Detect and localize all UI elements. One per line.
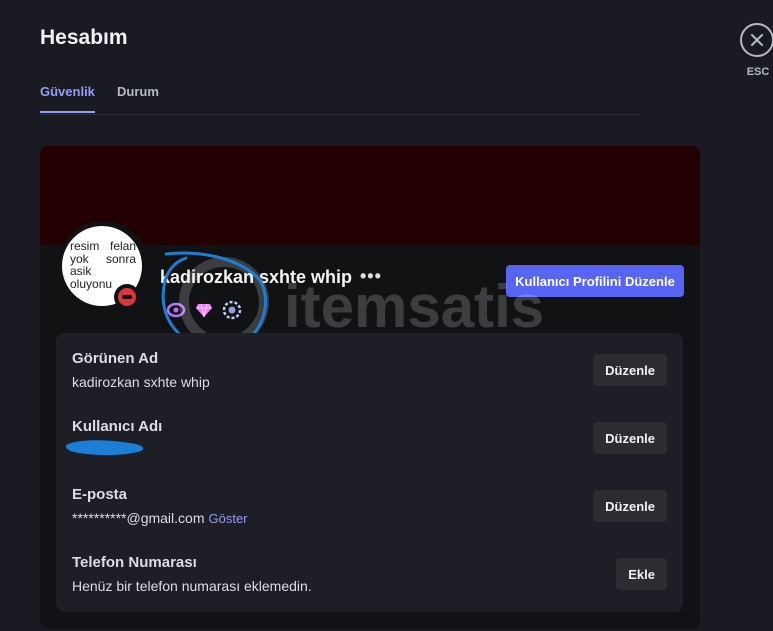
profile-display-name: kadirozkan sxhte whip (160, 267, 353, 287)
edit-email-button[interactable]: Düzenle (593, 490, 667, 522)
page-title: Hesabım (40, 26, 128, 49)
field-label: Görünen Ad (72, 350, 159, 367)
display-name-row: Görünen Ad kadirozkan sxhte whip Düzenle (72, 350, 667, 400)
avatar-text: resim felan yok sonra asik oluyonu (70, 239, 136, 291)
nitro-badge-icon[interactable] (166, 300, 186, 320)
field-value: kadirozkan sxhte whip (72, 374, 210, 390)
email-row: E-posta **********@gmail.com Göster Düzen… (72, 486, 667, 536)
dnd-status-icon (118, 288, 136, 306)
field-value: Henüz bir telefon numarası eklemedin. (72, 578, 312, 594)
edit-display-name-button[interactable]: Düzenle (593, 354, 667, 386)
username-row: Kullanıcı Adı Düzenle (66, 418, 667, 468)
email-masked-value: **********@gmail.com (72, 510, 205, 526)
close-area: ESC (740, 23, 773, 78)
more-options-button[interactable]: ••• (360, 266, 382, 287)
add-phone-button[interactable]: Ekle (616, 558, 667, 590)
tab-status[interactable]: Durum (117, 84, 159, 99)
tab-security[interactable]: Güvenlik (40, 84, 95, 113)
reveal-email-link[interactable]: Göster (209, 511, 248, 526)
field-label: E-posta (72, 486, 128, 503)
account-info-panel: Görünen Ad kadirozkan sxhte whip Düzenle… (56, 333, 683, 612)
redaction-scribble (66, 440, 144, 455)
quest-badge-icon[interactable] (222, 300, 242, 320)
field-label: Telefon Numarası (72, 554, 197, 571)
close-button[interactable] (740, 23, 773, 57)
close-icon (751, 34, 763, 46)
esc-label: ESC (746, 66, 770, 78)
edit-username-button[interactable]: Düzenle (593, 422, 667, 454)
field-value-wrap: **********@gmail.com Göster (72, 510, 248, 526)
gem-badge-icon[interactable] (194, 300, 214, 320)
field-label: Kullanıcı Adı (72, 418, 163, 435)
phone-row: Telefon Numarası Henüz bir telefon numar… (72, 554, 667, 604)
profile-banner (40, 146, 700, 245)
edit-user-profile-button[interactable]: Kullanıcı Profilini Düzenle (506, 265, 684, 297)
badge-list (166, 300, 242, 320)
settings-tabs: Güvenlik Durum (40, 84, 640, 115)
